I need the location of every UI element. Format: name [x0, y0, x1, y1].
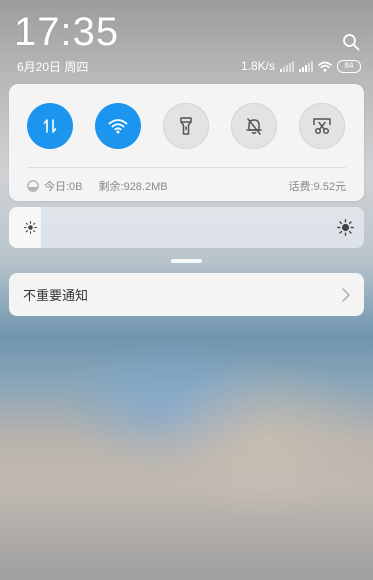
search-icon[interactable] [342, 33, 360, 51]
wifi-icon [108, 119, 128, 134]
data-arrows-icon [43, 119, 57, 133]
wifi-icon [318, 61, 332, 72]
chevron-right-icon [342, 287, 350, 302]
flashlight-icon [180, 117, 192, 135]
usage-today-text: 今日:0B [44, 181, 83, 193]
brightness-low-icon [24, 221, 37, 234]
wifi-toggle[interactable] [95, 103, 141, 149]
signal-icon [280, 60, 294, 72]
scissors-icon [313, 118, 331, 135]
mobile-data-toggle[interactable] [27, 103, 73, 149]
quick-settings-panel: 今日:0B 剩余:928.2MB 话费:9.52元 [9, 84, 364, 201]
battery-level: 84 [344, 61, 354, 70]
battery-icon: 84 [337, 59, 361, 73]
bell-off-icon [246, 118, 262, 135]
phone-balance: 话费:9.52元 [288, 181, 346, 193]
flashlight-toggle[interactable] [163, 103, 209, 149]
wallpaper-glow-warm [150, 360, 373, 520]
usage-today: 今日:0B [27, 178, 83, 194]
notification-label: 不重要通知 [23, 288, 89, 303]
usage-remaining: 剩余:928.2MB [98, 181, 168, 193]
brightness-slider[interactable] [9, 207, 364, 248]
status-bar: 1.8K/s 84 [241, 59, 361, 73]
brightness-high-icon [337, 219, 354, 236]
clock-time: 17:35 [14, 10, 120, 54]
clock-date: 6月20日 周四 [17, 60, 89, 74]
mute-toggle[interactable] [231, 103, 277, 149]
data-usage-icon [27, 180, 39, 192]
signal-icon [299, 60, 313, 72]
net-speed: 1.8K/s [240, 59, 275, 73]
screenshot-toggle[interactable] [299, 103, 345, 149]
unimportant-notifications-row[interactable]: 不重要通知 [9, 273, 364, 316]
panel-divider [27, 167, 346, 168]
data-usage-row[interactable]: 今日:0B 剩余:928.2MB 话费:9.52元 [27, 178, 346, 194]
drag-handle[interactable] [171, 259, 202, 263]
